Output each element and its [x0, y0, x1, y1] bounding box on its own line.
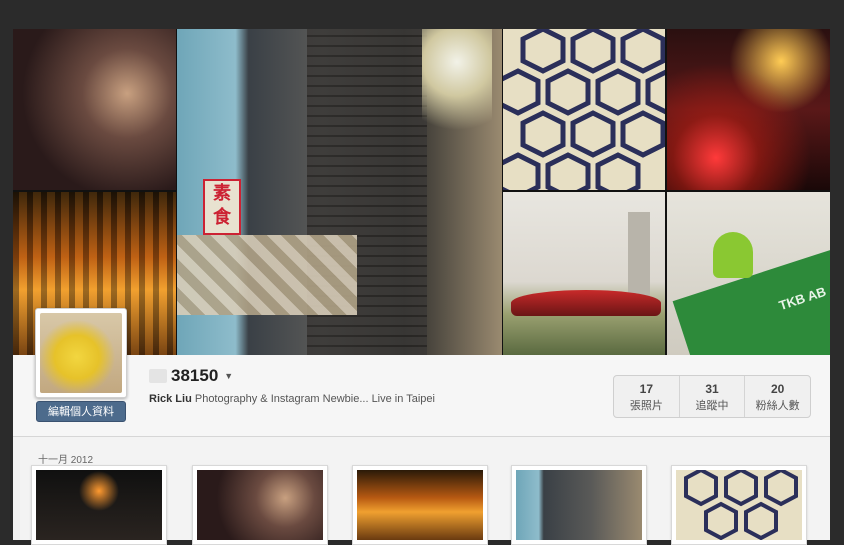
- stat-followers[interactable]: 20 粉絲人數: [745, 376, 810, 417]
- food-stall: [177, 235, 357, 315]
- alley-light: [422, 29, 492, 139]
- stat-followers-count: 20: [771, 382, 785, 396]
- photo-thumbnail[interactable]: [192, 465, 328, 545]
- photo-thumbnail[interactable]: [352, 465, 488, 545]
- thumbnail-image: [516, 470, 642, 540]
- stat-following-label: 追蹤中: [695, 400, 729, 412]
- avatar[interactable]: [35, 308, 127, 398]
- cover-photo-mosaic: 素食 TKB AB: [13, 29, 830, 355]
- stat-followers-label: 粉絲人數: [755, 400, 800, 412]
- thumbnail-image: [197, 470, 323, 540]
- username[interactable]: 38150: [171, 366, 218, 386]
- stat-photos[interactable]: 17 張照片: [614, 376, 680, 417]
- android-icon: [713, 232, 753, 278]
- cover-photo-hexagon-pattern[interactable]: [503, 29, 665, 190]
- profile-stats: 17 張照片 31 追蹤中 20 粉絲人數: [613, 375, 811, 418]
- stat-photos-count: 17: [639, 382, 654, 396]
- photo-thumbnail[interactable]: [671, 465, 807, 545]
- edit-profile-button[interactable]: 編輯個人資料: [36, 401, 126, 422]
- username-row: 38150 ▼: [149, 365, 233, 387]
- cover-photo-android-figure[interactable]: TKB AB: [667, 192, 830, 355]
- stat-following[interactable]: 31 追蹤中: [680, 376, 746, 417]
- month-label: 十一月 2012: [38, 455, 94, 466]
- cover-photo-park-building[interactable]: [503, 192, 665, 355]
- hexagon-pattern: [684, 467, 798, 541]
- avatar-bananas-image: [40, 313, 122, 393]
- profile-panel: 編輯個人資料 38150 ▼ Rick Liu Photography & In…: [13, 308, 830, 545]
- caret-down-icon[interactable]: ▼: [224, 371, 233, 381]
- cover-photo-night-market-alley[interactable]: 素食: [177, 29, 502, 355]
- hexagon-pattern: [503, 29, 665, 190]
- cover-photo-temple-incense[interactable]: [13, 29, 176, 190]
- thumbnail-image: [357, 470, 483, 540]
- photo-thumbnail[interactable]: [31, 465, 167, 545]
- cover-photo-rainy-street[interactable]: [667, 29, 830, 190]
- bio-text: Photography & Instagram Newbie... Live i…: [194, 393, 435, 405]
- display-name: Rick Liu: [149, 393, 192, 405]
- thumbnail-image: [676, 467, 802, 541]
- profile-bio: Rick Liu Photography & Instagram Newbie.…: [149, 393, 435, 405]
- stat-photos-label: 張照片: [629, 400, 663, 412]
- thumbnail-image: [36, 470, 162, 540]
- photo-thumbnail[interactable]: [511, 465, 647, 545]
- stat-following-count: 31: [705, 382, 719, 396]
- red-roof-pavilion: [511, 290, 661, 316]
- vegetarian-sign: 素食: [203, 179, 241, 235]
- blurred-username-prefix: [149, 369, 167, 383]
- profile-header: 編輯個人資料 38150 ▼ Rick Liu Photography & In…: [13, 308, 830, 437]
